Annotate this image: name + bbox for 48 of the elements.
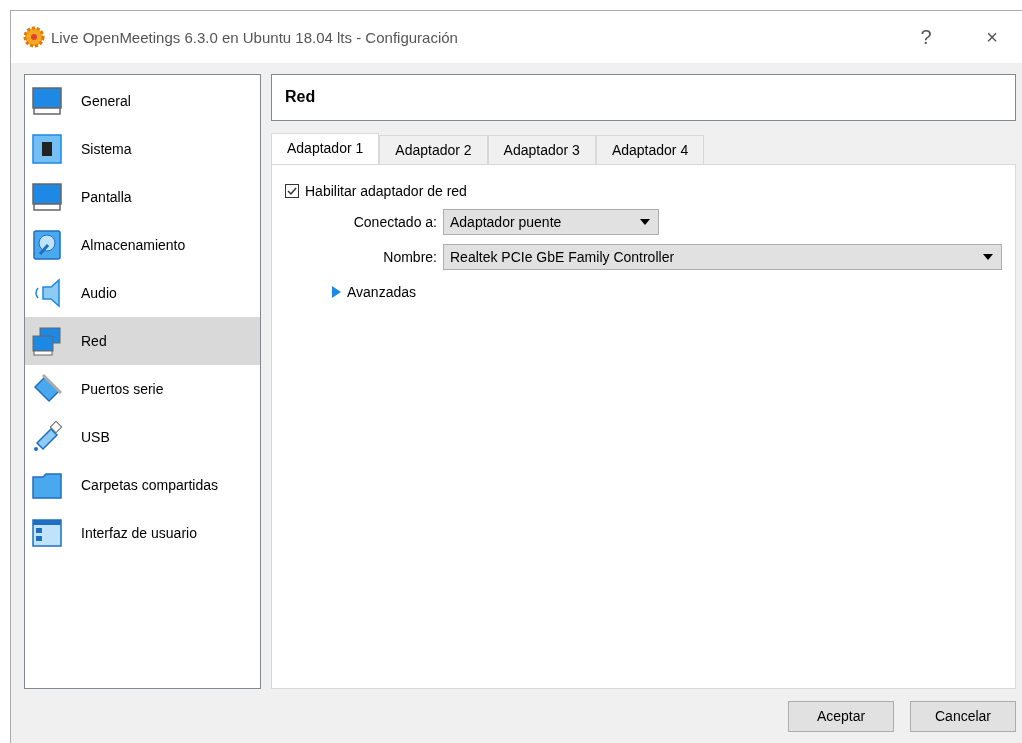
tab[interactable]: Adaptador 2 [379,134,488,164]
chip-icon [31,133,63,165]
category-label: USB [81,429,110,445]
attached-to-dropdown[interactable]: Adaptador puente [443,208,659,235]
triangle-icon [331,285,341,298]
category-item[interactable]: Sistema [25,125,260,173]
connector-icon [31,373,63,405]
category-label: Interfaz de usuario [81,525,197,541]
usb-stick-icon [31,421,63,453]
category-item[interactable]: Puertos serie [25,365,260,413]
monitor-icon [31,181,63,213]
category-label: Sistema [81,141,132,157]
dialog-button[interactable]: Aceptar [788,700,894,732]
close-button[interactable]: × [962,24,1022,50]
name-dropdown[interactable]: Realtek PCIe GbE Family Controller [443,243,1002,270]
category-item[interactable]: Audio [25,269,260,317]
page-title: Red [271,74,1016,121]
category-item[interactable]: Almacenamiento [25,221,260,269]
category-label: Puertos serie [81,381,164,397]
gear-icon [23,26,45,48]
caret-icon [640,218,650,225]
tab[interactable]: Adaptador 4 [595,134,705,164]
category-item[interactable]: Carpetas compartidas [25,461,260,509]
category-item[interactable]: Interfaz de usuario [25,509,260,557]
tab[interactable]: Adaptador 3 [487,134,596,164]
category-item[interactable]: Pantalla [25,173,260,221]
checkbox-label: Habilitar adaptador de red [305,182,467,199]
help-button[interactable]: ? [896,24,956,50]
window-title: Live OpenMeetings 6.3.0 en Ubuntu 18.04 lts - Configuración [51,28,459,46]
advanced-toggle[interactable]: Avanzadas [331,283,416,300]
category-item[interactable]: General [25,77,260,125]
category-item[interactable]: USB [25,413,260,461]
monitor-icon [31,85,63,117]
field-label: Conectado a: [352,213,438,230]
caret-icon [983,253,993,260]
field-label: Nombre: [382,248,438,265]
category-label: Audio [81,285,117,301]
window-icon [31,517,63,549]
category-label: Pantalla [81,189,132,205]
dialog-button[interactable]: Cancelar [910,700,1016,732]
monitors-icon [31,325,63,357]
category-item[interactable]: Red [25,317,260,365]
tab[interactable]: Adaptador 1 [271,132,380,164]
category-label: Carpetas compartidas [81,477,218,493]
checkbox[interactable] [285,183,299,198]
category-label: Almacenamiento [81,237,186,253]
category-label: General [81,93,131,109]
category-label: Red [81,333,107,349]
